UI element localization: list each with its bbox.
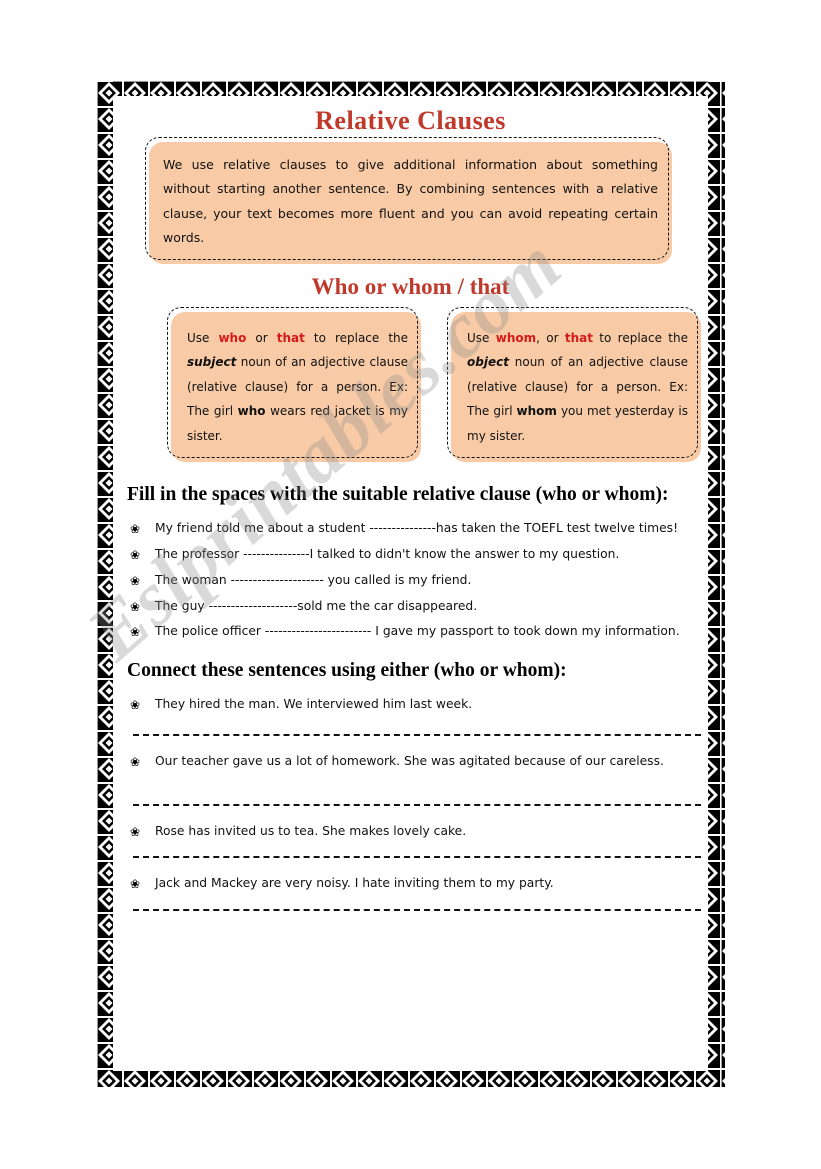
list-item: ❀ They hired the man. We interviewed him… [127, 693, 694, 717]
flower-bullet-icon: ❀ [130, 697, 141, 712]
keyword-subject: subject [187, 355, 237, 370]
answer-line[interactable] [133, 803, 701, 806]
keyword-whom-example: whom [516, 404, 557, 419]
flower-bullet-icon: ❀ [130, 625, 141, 640]
whom-text-2: , or [536, 330, 565, 345]
keyword-that: that [276, 330, 305, 345]
worksheet-page: Relative Clauses We use relative clauses… [0, 0, 821, 1169]
list-item: ❀ Rose has invited us to tea. She makes … [127, 820, 694, 844]
exercise-1-heading: Fill in the spaces with the suitable rel… [127, 484, 669, 506]
intro-box-wrapper: We use relative clauses to give addition… [127, 137, 694, 264]
rule-boxes-row: Use who or that to replace the subject n… [167, 306, 701, 463]
exercise-1-item-text: My friend told me about a student ------… [155, 520, 678, 535]
whom-text-3: to replace the [592, 330, 688, 345]
keyword-that-2: that [564, 330, 593, 345]
flower-bullet-icon: ❀ [130, 599, 141, 614]
list-item: ❀ The woman --------------------- you ca… [127, 569, 694, 593]
keyword-who: who [218, 330, 247, 345]
keyword-who-example: who [237, 404, 266, 419]
exercise-2-list: ❀ They hired the man. We interviewed him… [127, 693, 701, 912]
list-item: ❀ The police officer -------------------… [127, 620, 694, 644]
flower-bullet-icon: ❀ [130, 547, 141, 562]
answer-line[interactable] [133, 856, 701, 859]
answer-line[interactable] [133, 733, 701, 736]
who-text-3: to replace the [304, 330, 409, 345]
keyword-object: object [467, 355, 509, 370]
page-title: Relative Clauses [315, 106, 506, 135]
list-item: ❀ The guy --------------------sold me th… [127, 595, 694, 619]
intro-definition-box: We use relative clauses to give addition… [145, 137, 672, 264]
whom-text-1: Use [467, 330, 496, 345]
exercise-2-item-text: Our teacher gave us a lot of homework. S… [155, 753, 664, 768]
exercise-1-item-text: The professor ---------------I talked to… [155, 546, 620, 561]
worksheet-content: Relative Clauses We use relative clauses… [113, 96, 708, 1071]
section-subtitle: Who or whom / that [311, 273, 510, 299]
list-item: ❀ The professor ---------------I talked … [127, 543, 694, 567]
exercise-1-item-text: The guy --------------------sold me the … [155, 598, 478, 613]
flower-bullet-icon: ❀ [130, 824, 141, 839]
exercise-2-item-text: They hired the man. We interviewed him l… [155, 696, 473, 711]
flower-bullet-icon: ❀ [130, 521, 141, 536]
whom-rule-box: Use whom, or that to replace the object … [447, 306, 701, 463]
list-item: ❀ Our teacher gave us a lot of homework.… [127, 750, 694, 774]
flower-bullet-icon: ❀ [130, 877, 141, 892]
who-text-2: or [246, 330, 277, 345]
flower-bullet-icon: ❀ [130, 573, 141, 588]
exercise-1-list: ❀ My friend told me about a student ----… [127, 517, 694, 645]
who-text-1: Use [187, 330, 219, 345]
flower-bullet-icon: ❀ [130, 754, 141, 769]
exercise-2-item-text: Jack and Mackey are very noisy. I hate i… [155, 876, 554, 891]
keyword-whom: whom [495, 330, 537, 345]
exercise-2-heading: Connect these sentences using either (wh… [127, 660, 567, 682]
who-rule-box: Use who or that to replace the subject n… [167, 306, 421, 463]
intro-text: We use relative clauses to give addition… [163, 157, 658, 246]
exercise-2-item-text: Rose has invited us to tea. She makes lo… [155, 823, 467, 838]
list-item: ❀ My friend told me about a student ----… [127, 517, 694, 541]
answer-line[interactable] [133, 909, 701, 912]
exercise-1-item-text: The woman --------------------- you call… [155, 572, 472, 587]
exercise-1-item-text: The police officer ---------------------… [155, 624, 680, 639]
list-item: ❀ Jack and Mackey are very noisy. I hate… [127, 872, 694, 896]
